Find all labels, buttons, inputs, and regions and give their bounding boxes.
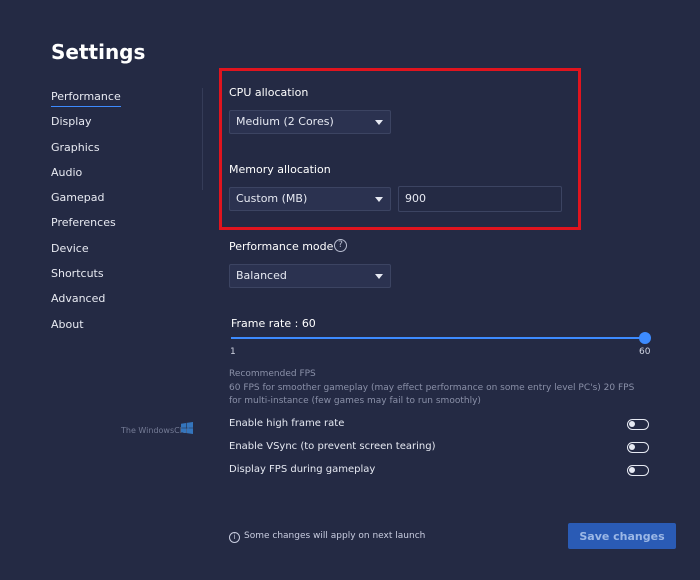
frame-rate-slider-track[interactable] — [231, 337, 645, 339]
recommended-fps-text: 60 FPS for smoother gameplay (may effect… — [229, 383, 635, 406]
vsync-label: Enable VSync (to prevent screen tearing) — [229, 441, 436, 452]
help-icon[interactable]: ? — [334, 239, 347, 252]
recommended-fps-heading: Recommended FPS — [229, 369, 316, 379]
sidebar-item-advanced[interactable]: Advanced — [51, 292, 121, 317]
frame-rate-slider-thumb[interactable] — [639, 332, 651, 344]
sidebar-item-display[interactable]: Display — [51, 115, 121, 140]
sidebar-item-shortcuts[interactable]: Shortcuts — [51, 267, 121, 292]
display-fps-toggle[interactable] — [627, 465, 649, 476]
frame-rate-label: Frame rate : 60 — [231, 317, 316, 330]
watermark-logo: The WindowsClub — [121, 422, 195, 446]
restart-notice-text: Some changes will apply on next launch — [244, 531, 426, 541]
highlight-box — [219, 68, 581, 230]
sidebar-item-graphics[interactable]: Graphics — [51, 141, 121, 166]
sidebar-item-audio[interactable]: Audio — [51, 166, 121, 191]
high-frame-rate-label: Enable high frame rate — [229, 418, 345, 429]
sidebar-item-about[interactable]: About — [51, 318, 121, 343]
windows-logo-icon — [181, 422, 193, 434]
high-frame-rate-toggle[interactable] — [627, 419, 649, 430]
performance-mode-label: Performance mode — [229, 240, 334, 253]
display-fps-label: Display FPS during gameplay — [229, 464, 376, 475]
vsync-toggle[interactable] — [627, 442, 649, 453]
sidebar-item-preferences[interactable]: Preferences — [51, 216, 121, 241]
sidebar-item-performance[interactable]: Performance — [51, 90, 121, 115]
toggle-knob — [629, 467, 635, 473]
settings-title: Settings — [51, 40, 146, 64]
toggle-knob — [629, 421, 635, 427]
restart-notice: i Some changes will apply on next launch — [229, 531, 425, 543]
sidebar-item-device[interactable]: Device — [51, 242, 121, 267]
performance-mode-value: Balanced — [236, 269, 287, 282]
toggle-knob — [629, 444, 635, 450]
sidebar-item-gamepad[interactable]: Gamepad — [51, 191, 121, 216]
settings-sidebar: Performance Display Graphics Audio Gamep… — [51, 90, 121, 343]
save-changes-button[interactable]: Save changes — [568, 523, 676, 549]
caret-down-icon — [375, 274, 383, 279]
performance-mode-dropdown[interactable]: Balanced — [229, 264, 391, 288]
frame-rate-min-label: 1 — [230, 347, 236, 357]
sidebar-divider — [202, 88, 203, 190]
info-icon: i — [229, 532, 240, 543]
frame-rate-max-label: 60 — [639, 347, 651, 357]
